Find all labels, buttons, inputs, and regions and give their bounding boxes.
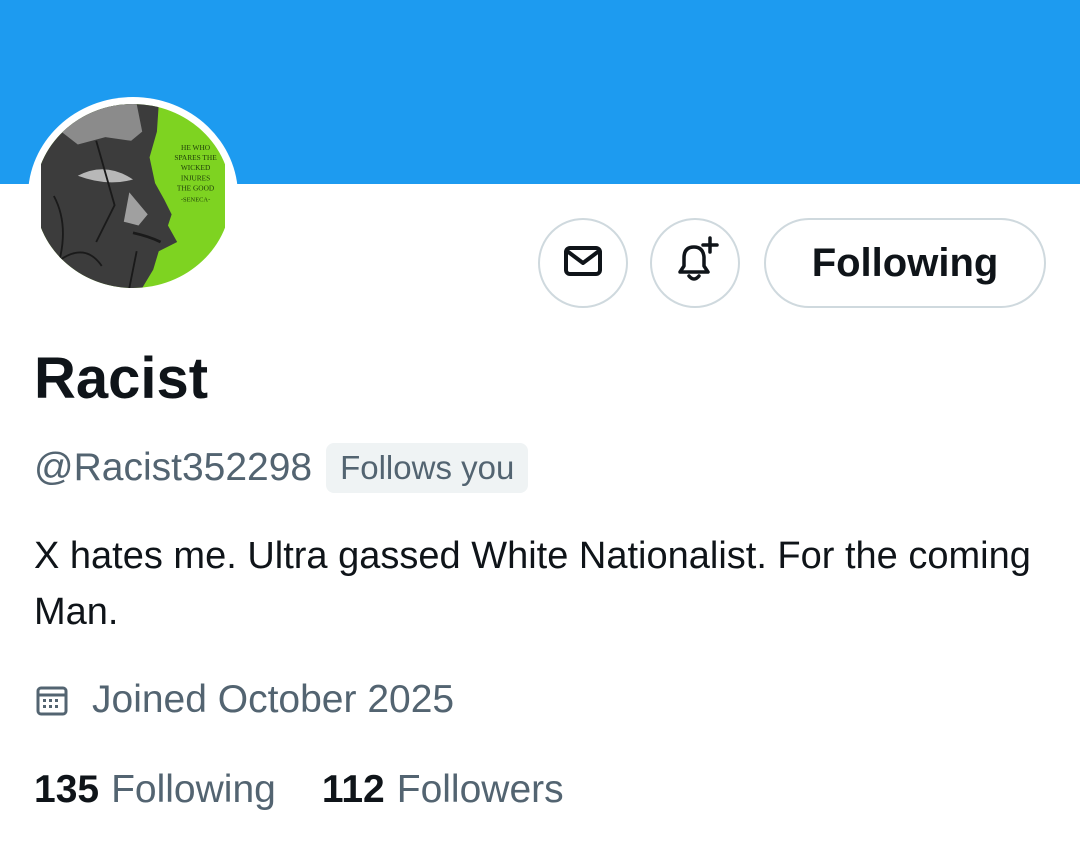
- profile-actions: Following: [0, 218, 1080, 308]
- calendar-icon: [34, 680, 74, 720]
- avatar-quote-line: SPARES THE: [174, 153, 217, 162]
- avatar-quote-line: WICKED: [181, 163, 211, 172]
- message-button[interactable]: [538, 218, 628, 308]
- following-stat-link[interactable]: 135 Following: [34, 762, 276, 818]
- envelope-icon: [561, 239, 605, 288]
- joined-date-row: Joined October 2025: [34, 672, 454, 728]
- user-handle: @Racist352298: [34, 446, 313, 489]
- profile-bio: X hates me. Ultra gassed White Nationali…: [34, 535, 1031, 633]
- following-button[interactable]: Following: [764, 218, 1046, 308]
- avatar-quote-line: HE WHO: [181, 143, 211, 152]
- followers-stat-link[interactable]: 112 Followers: [322, 762, 564, 818]
- follow-stats: 135 Following 112 Followers: [34, 762, 564, 818]
- notify-button[interactable]: [650, 218, 740, 308]
- avatar-quote-line: -SENECA-: [181, 197, 210, 204]
- follows-you-badge: Follows you: [326, 443, 529, 493]
- bell-plus-icon: [670, 235, 720, 291]
- following-label: Following: [111, 768, 276, 811]
- avatar-quote-line: THE GOOD: [177, 183, 215, 192]
- handle-row: @Racist352298 Follows you: [34, 440, 529, 496]
- followers-label: Followers: [396, 768, 564, 811]
- following-count: 135: [34, 768, 100, 811]
- joined-date: Joined October 2025: [92, 678, 455, 721]
- avatar-quote-line: INJURES: [181, 173, 210, 182]
- followers-count: 112: [321, 768, 385, 811]
- profile-page: HE WHO SPARES THE WICKED INJURES THE GOO…: [0, 0, 1080, 864]
- display-name: Racist: [34, 346, 209, 411]
